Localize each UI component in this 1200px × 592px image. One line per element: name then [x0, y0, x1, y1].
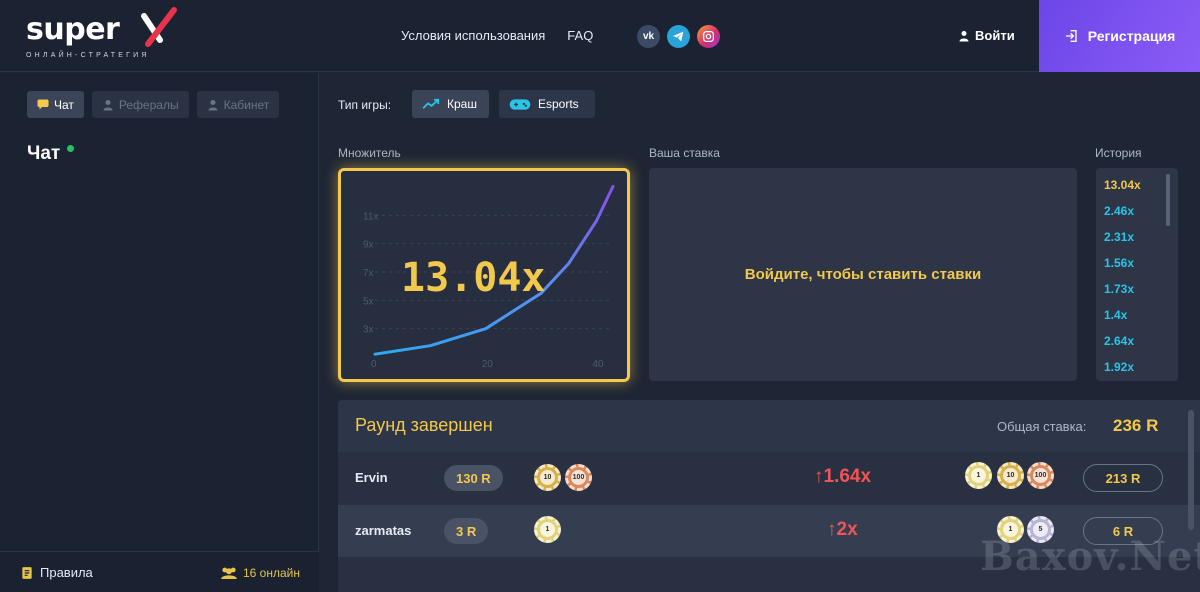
login-label: Войти [975, 28, 1015, 43]
rules-label: Правила [40, 565, 93, 580]
logo[interactable]: super ОНЛАЙН-СТРАТЕГИЯ [26, 7, 177, 62]
tab-chat-label: Чат [54, 97, 74, 112]
logo-subtitle: ОНЛАЙН-СТРАТЕГИЯ [26, 52, 150, 59]
online-count-label: 16 онлайн [243, 566, 300, 580]
x-tick-label: 20 [482, 359, 494, 370]
history-label: История [1095, 146, 1142, 160]
total-bet-value: 236 R [1113, 416, 1159, 435]
vk-icon[interactable]: vk [637, 25, 660, 48]
group-icon [221, 567, 237, 579]
history-item: 2.64x [1104, 334, 1135, 348]
multiplier-label: Множитель [338, 146, 401, 160]
player-bet: 130 R [444, 465, 503, 491]
x-tick-label: 0 [371, 359, 377, 370]
users-icon [103, 99, 113, 110]
y-tick-label: 5x [363, 296, 374, 307]
chip-100-icon: 100 [565, 464, 592, 491]
game-type-crash-label: Краш [447, 97, 477, 111]
main-area: Тип игры: Краш Esports Множитель Ваша ст… [320, 73, 1200, 592]
history-item: 1.56x [1104, 256, 1135, 270]
chat-title: Чат [27, 143, 61, 164]
top-nav: Условия использования FAQ [401, 28, 593, 43]
history-scrollbar[interactable] [1166, 174, 1170, 226]
history-item: 1.4x [1104, 308, 1128, 322]
logo-x-icon [141, 7, 177, 47]
y-tick-label: 7x [363, 268, 374, 279]
telegram-icon[interactable] [667, 25, 690, 48]
tab-chat[interactable]: Чат [27, 91, 84, 118]
history-item: 2.31x [1104, 230, 1135, 244]
rules-link[interactable]: Правила [20, 565, 93, 580]
bet-panel: Войдите, чтобы ставить ставки [649, 168, 1077, 381]
sidebar-footer: Правила 16 онлайн [0, 551, 319, 592]
y-tick-label: 11x [363, 211, 378, 222]
chip-10-icon: 10 [997, 462, 1024, 489]
trend-up-icon [422, 98, 440, 109]
history-item: 13.04x [1104, 178, 1141, 192]
sidebar: Чат Рефералы Кабинет Чат Правила 16 онла… [0, 73, 319, 592]
sign-in-icon [1065, 30, 1077, 42]
bet-label: Ваша ставка [649, 146, 720, 160]
chip-100-icon: 100 [1027, 462, 1054, 489]
total-bet-label: Общая ставка: [997, 419, 1087, 434]
chip-1-icon: 1 [965, 462, 992, 489]
game-type-crash-button[interactable]: Краш [412, 90, 489, 118]
online-status-dot [67, 145, 74, 152]
y-tick-label: 3x [363, 325, 374, 336]
game-type-esports-button[interactable]: Esports [499, 90, 595, 118]
bet-login-message: Войдите, чтобы ставить ставки [744, 266, 982, 283]
camera-icon [702, 30, 715, 43]
x-tick-label: 40 [592, 359, 604, 370]
round-title: Раунд завершен [355, 415, 493, 435]
history-item: 1.92x [1104, 360, 1135, 374]
player-multiplier: ↑2x [827, 519, 858, 540]
user-icon [959, 30, 969, 41]
page-scrollbar[interactable] [1188, 410, 1194, 530]
history-item: 2.46x [1104, 204, 1135, 218]
player-name: zarmatas [355, 523, 412, 538]
player-multiplier: ↑1.64x [814, 466, 872, 487]
sidebar-tabs: Чат Рефералы Кабинет [27, 91, 280, 118]
profile-icon [208, 99, 218, 110]
history-item: 1.73x [1104, 282, 1135, 296]
game-type-label: Тип игры: [338, 98, 392, 112]
login-button[interactable]: Войти [958, 28, 1015, 43]
register-label: Регистрация [1087, 28, 1176, 44]
player-win: 213 R [1083, 464, 1163, 492]
y-tick-label: 9x [363, 240, 374, 251]
tab-referrals-label: Рефералы [118, 97, 179, 112]
register-button[interactable]: Регистрация [1039, 0, 1200, 72]
multiplier-value: 13.04x [401, 255, 546, 301]
paper-plane-icon [673, 31, 684, 42]
crash-chart: 3x 5x 7x 9x 11x 0 20 40 13.04x [338, 168, 630, 382]
scroll-icon [22, 566, 32, 579]
player-bet: 3 R [444, 518, 489, 544]
nav-faq-link[interactable]: FAQ [567, 28, 593, 43]
chip-1-icon: 1 [534, 516, 561, 543]
social-links: vk [637, 25, 720, 48]
header: super ОНЛАЙН-СТРАТЕГИЯ Условия использов… [0, 0, 1200, 72]
table-row: Ervin 130 R 10 100 ↑1.64x 1 10 100 213 R [338, 452, 1200, 504]
watermark: Baxov.Net [980, 533, 1200, 580]
tab-cabinet-label: Кабинет [223, 97, 270, 112]
chip-10-icon: 10 [534, 464, 561, 491]
chat-bubble-icon [37, 99, 49, 110]
logo-text: super [26, 12, 120, 47]
instagram-icon[interactable] [697, 25, 720, 48]
history-panel[interactable]: 13.04x 2.46x 2.31x 1.56x 1.73x 1.4x 2.64x 1.92x [1096, 168, 1178, 381]
tab-referrals[interactable]: Рефералы [91, 91, 189, 118]
online-count: 16 онлайн [220, 566, 300, 580]
game-type-esports-label: Esports [538, 97, 579, 111]
round-header: Раунд завершен Общая ставка: 236 R [338, 400, 1200, 452]
player-name: Ervin [355, 470, 388, 485]
tab-cabinet[interactable]: Кабинет [196, 91, 280, 118]
nav-terms-link[interactable]: Условия использования [401, 28, 545, 43]
gamepad-icon [509, 98, 531, 110]
